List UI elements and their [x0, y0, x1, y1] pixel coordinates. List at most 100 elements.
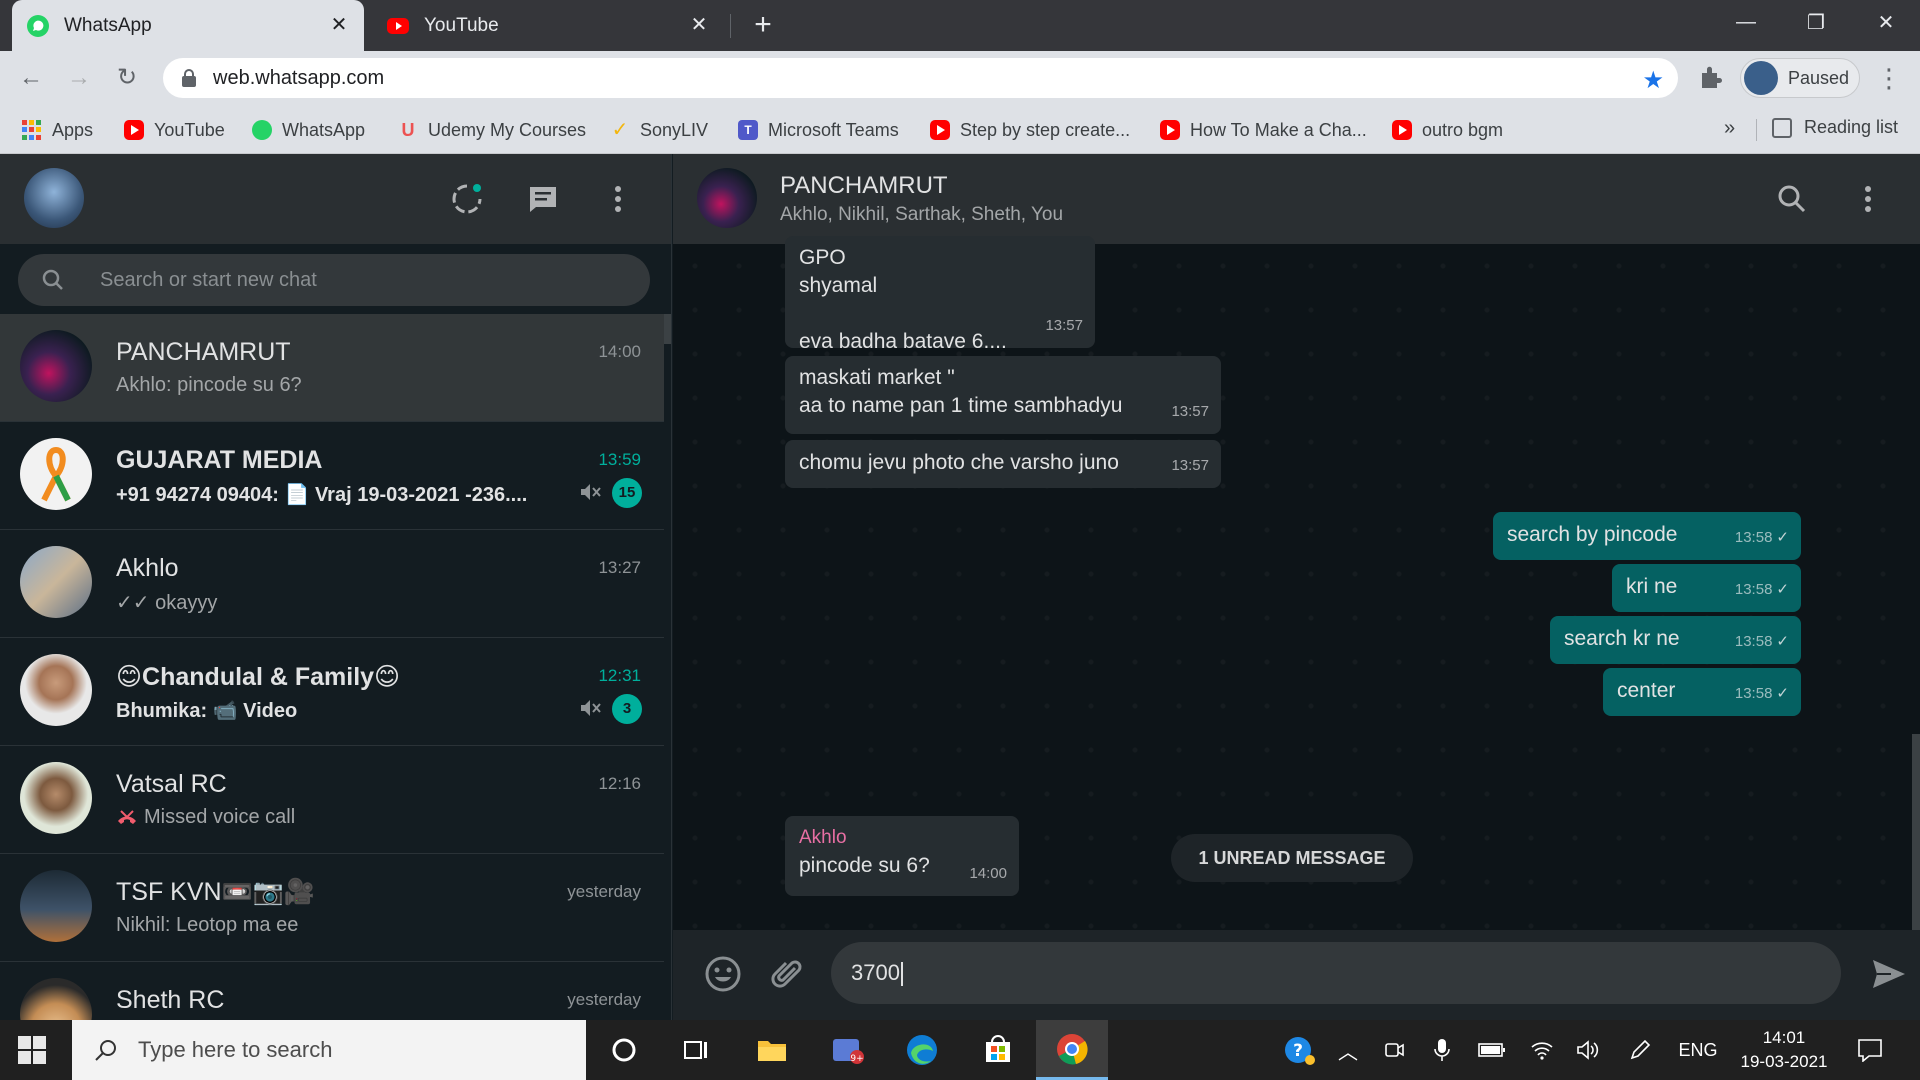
message-list: GPO shyamal eva badha batave 6.... 13:57… [673, 236, 1920, 930]
bookmark-how-to-make[interactable]: How To Make a Cha... [1160, 117, 1367, 143]
close-tab-icon[interactable]: ✕ [688, 14, 710, 36]
conversation-header[interactable]: PANCHAMRUT Akhlo, Nikhil, Sarthak, Sheth… [673, 154, 1920, 244]
bookmark-apps[interactable]: Apps [22, 117, 93, 143]
chat-item-sheth-rc[interactable]: Sheth RC yesterday [0, 962, 664, 1020]
taskbar-search-input[interactable]: Type here to search [72, 1020, 586, 1080]
search-icon [42, 269, 63, 290]
close-window-button[interactable]: ✕ [1858, 0, 1914, 44]
unread-badge: 3 [612, 694, 642, 724]
attach-icon[interactable] [767, 954, 807, 994]
reading-list-icon [1772, 117, 1792, 138]
battery-icon[interactable] [1472, 1020, 1512, 1080]
bookmark-whatsapp[interactable]: WhatsApp [252, 117, 365, 143]
emoji-icon[interactable] [703, 954, 743, 994]
message-time: 13:57 [1045, 317, 1083, 334]
message-input[interactable]: 3700 [831, 942, 1841, 1004]
bookmarks-overflow-button[interactable]: » [1724, 117, 1735, 140]
message-outgoing[interactable]: kri ne 13:58 ✓ [1612, 564, 1801, 612]
avatar [20, 762, 92, 834]
menu-icon[interactable] [1851, 182, 1885, 216]
avatar[interactable] [24, 168, 84, 228]
notifications-icon[interactable] [1850, 1020, 1890, 1080]
new-chat-icon[interactable] [526, 182, 560, 216]
chat-preview: +91 94274 09404: 📄 Vraj 19-03-2021 -236.… [116, 484, 528, 506]
back-button[interactable]: ← [16, 63, 46, 93]
chat-item-chandulal-family[interactable]: 😊Chandulal & Family😊 12:31 Bhumika: 📹 Vi… [0, 638, 664, 746]
chat-time: 13:27 [598, 558, 641, 577]
avatar[interactable] [697, 168, 757, 228]
message-outgoing[interactable]: center 13:58 ✓ [1603, 668, 1801, 716]
bookmark-teams[interactable]: T Microsoft Teams [738, 117, 899, 143]
bookmark-label: Step by step create... [960, 119, 1131, 140]
chat-item-tsf-kvn[interactable]: TSF KVN📼📷🎥 yesterday Nikhil: Leotop ma e… [0, 854, 664, 962]
message-meta: 13:58 ✓ [1735, 576, 1789, 604]
task-view-icon[interactable] [660, 1020, 732, 1080]
volume-icon[interactable] [1570, 1020, 1606, 1080]
chat-sidebar: Search or start new chat PANCHAMRUT 14:0… [0, 154, 672, 1020]
extensions-puzzle-icon[interactable] [1697, 63, 1727, 93]
message-incoming[interactable]: Akhlo pincode su 6? 14:00 [785, 816, 1019, 896]
windows-start-icon[interactable] [18, 1036, 46, 1064]
browser-menu-icon[interactable]: ⋮ [1876, 63, 1902, 93]
message-incoming[interactable]: maskati market " aa to name pan 1 time s… [785, 356, 1221, 434]
sonyliv-icon: ✓ [611, 119, 629, 141]
pen-icon[interactable] [1622, 1020, 1658, 1080]
avatar [20, 438, 92, 510]
send-icon[interactable] [1869, 954, 1909, 994]
bookmark-sonyliv[interactable]: ✓ SonyLIV [610, 117, 708, 143]
search-icon[interactable] [1775, 182, 1809, 216]
language-indicator[interactable]: ENG [1670, 1020, 1726, 1080]
chevron-up-icon[interactable]: ︿ [1330, 1020, 1366, 1080]
messages-scrollbar[interactable] [1912, 734, 1920, 930]
restore-button[interactable]: ❐ [1788, 0, 1844, 44]
chat-item-gujarat-media[interactable]: GUJARAT MEDIA 13:59 +91 94274 09404: 📄 V… [0, 422, 664, 530]
bookmark-star-icon[interactable]: ★ [1642, 66, 1664, 95]
missed-call-icon [118, 809, 136, 824]
chat-item-vatsal-rc[interactable]: Vatsal RC 12:16 Missed voice call [0, 746, 664, 854]
new-tab-button[interactable]: + [748, 10, 778, 40]
cortana-icon[interactable] [588, 1020, 660, 1080]
bookmark-udemy[interactable]: U Udemy My Courses [398, 117, 587, 143]
message-meta: 13:58 ✓ [1735, 680, 1789, 708]
microphone-icon[interactable] [1424, 1020, 1460, 1080]
file-explorer-icon[interactable] [736, 1020, 808, 1080]
status-icon[interactable] [450, 182, 484, 216]
system-clock[interactable]: 14:01 19-03-2021 [1730, 1026, 1838, 1074]
message-line [799, 300, 1081, 328]
message-incoming[interactable]: chomu jevu photo che varsho juno 13:57 [785, 440, 1221, 488]
store-icon[interactable] [962, 1020, 1034, 1080]
address-bar[interactable]: web.whatsapp.com ★ [163, 58, 1678, 98]
close-tab-icon[interactable]: ✕ [328, 14, 350, 36]
search-input[interactable]: Search or start new chat [18, 254, 650, 306]
tab-whatsapp[interactable]: WhatsApp ✕ [12, 0, 364, 51]
message-time: 13:58 [1734, 529, 1773, 546]
tab-youtube[interactable]: YouTube ✕ [372, 0, 724, 51]
browser-tab-strip: WhatsApp ✕ YouTube ✕ + — ❐ ✕ [0, 0, 1920, 51]
message-sender[interactable]: Akhlo [799, 824, 1005, 852]
chat-item-panchamrut[interactable]: PANCHAMRUT 14:00 Akhlo: pincode su 6? [0, 314, 664, 422]
help-icon[interactable]: ? [1278, 1020, 1322, 1080]
chrome-icon[interactable] [1036, 1020, 1108, 1080]
reload-button[interactable]: ↻ [112, 63, 142, 93]
sent-tick-icon: ✓ [1776, 633, 1789, 650]
bookmark-outro-bgm[interactable]: outro bgm [1392, 117, 1503, 143]
message-outgoing[interactable]: search kr ne 13:58 ✓ [1550, 616, 1801, 664]
message-incoming[interactable]: GPO shyamal eva badha batave 6.... 13:57 [785, 236, 1095, 353]
wifi-icon[interactable] [1524, 1020, 1560, 1080]
bookmark-youtube[interactable]: YouTube [124, 117, 225, 143]
edge-icon[interactable] [886, 1020, 958, 1080]
bookmark-step-by-step[interactable]: Step by step create... [930, 117, 1130, 143]
chat-preview: Missed voice call [116, 806, 295, 829]
muted-icon [581, 484, 601, 500]
sidebar-scrollbar[interactable] [664, 314, 671, 344]
photos-icon[interactable]: 9+ [812, 1020, 884, 1080]
message-outgoing[interactable]: search by pincode 13:58 ✓ [1493, 512, 1801, 560]
profile-button[interactable]: Paused [1740, 58, 1860, 98]
chat-item-akhlo[interactable]: Akhlo 13:27 ✓✓ okayyy [0, 530, 664, 638]
menu-icon[interactable] [601, 182, 635, 216]
forward-button[interactable]: → [64, 63, 94, 93]
minimize-button[interactable]: — [1718, 0, 1774, 44]
apps-grid-icon [22, 120, 42, 140]
reading-list-button[interactable]: Reading list [1772, 117, 1898, 138]
meet-now-icon[interactable] [1376, 1020, 1412, 1080]
